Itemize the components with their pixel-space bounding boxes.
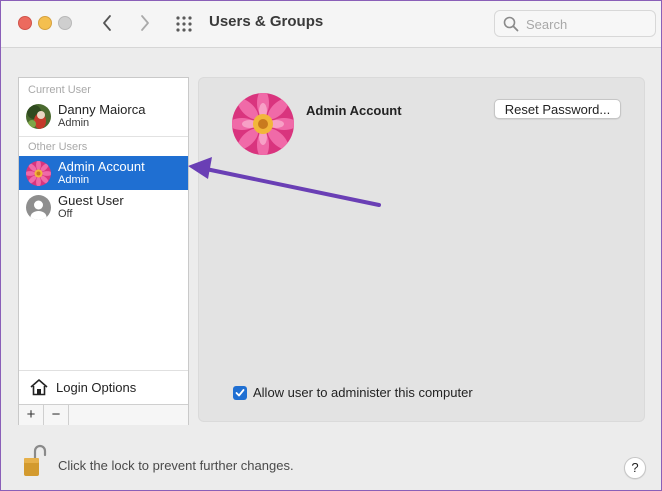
lock-status-text: Click the lock to prevent further change…: [58, 458, 294, 473]
user-row-danny-maiorca[interactable]: Danny Maiorca Admin: [19, 99, 188, 133]
chevron-right-icon[interactable]: [132, 10, 156, 36]
remove-user-button[interactable]: −: [44, 405, 69, 425]
sidebar-footer: + −: [19, 404, 188, 425]
users-sidebar: Current User Danny Maiorca Admin Other U…: [18, 77, 189, 425]
minimize-button-icon[interactable]: [38, 16, 52, 30]
users-groups-window: Users & Groups Current User Danny Mai: [0, 0, 662, 491]
house-icon: [30, 379, 48, 396]
add-user-button[interactable]: +: [19, 405, 44, 425]
login-options-item[interactable]: Login Options: [19, 370, 188, 405]
magnifying-glass-icon: [503, 16, 519, 32]
title-bar: Users & Groups: [1, 1, 661, 48]
user-name: Danny Maiorca: [58, 102, 146, 117]
current-user-label: Current User: [28, 84, 91, 96]
other-users-label: Other Users: [28, 141, 88, 153]
user-name: Guest User: [58, 193, 124, 208]
reset-password-button[interactable]: Reset Password...: [494, 99, 621, 119]
user-role: Off: [58, 208, 73, 220]
avatar: [26, 195, 51, 220]
window-title: Users & Groups: [209, 13, 324, 30]
user-role: Admin: [58, 117, 90, 129]
search-input[interactable]: [524, 14, 648, 34]
grid-icon[interactable]: [175, 15, 193, 33]
account-detail-panel: Admin Account Reset Password... Allow us…: [198, 77, 645, 422]
chevron-left-icon[interactable]: [96, 10, 120, 36]
checkmark-icon: [235, 389, 245, 397]
help-button[interactable]: ?: [624, 457, 646, 479]
avatar: [26, 161, 51, 186]
close-button-icon[interactable]: [18, 16, 32, 30]
user-row-admin-account[interactable]: Admin Account Admin: [19, 156, 188, 190]
avatar: [26, 104, 51, 129]
section-divider: [19, 136, 188, 137]
user-name: Admin Account: [58, 159, 145, 174]
search-field[interactable]: [494, 10, 656, 37]
user-role: Admin: [58, 174, 90, 186]
padlock-open-icon[interactable]: [23, 444, 47, 478]
account-name: Admin Account: [306, 103, 402, 118]
allow-admin-checkbox[interactable]: [233, 386, 247, 400]
zoom-button-icon[interactable]: [58, 16, 72, 30]
user-row-guest-user[interactable]: Guest User Off: [19, 190, 188, 224]
login-options-label: Login Options: [56, 380, 137, 395]
allow-admin-label[interactable]: Allow user to administer this computer: [253, 385, 473, 400]
account-avatar[interactable]: [232, 93, 294, 155]
